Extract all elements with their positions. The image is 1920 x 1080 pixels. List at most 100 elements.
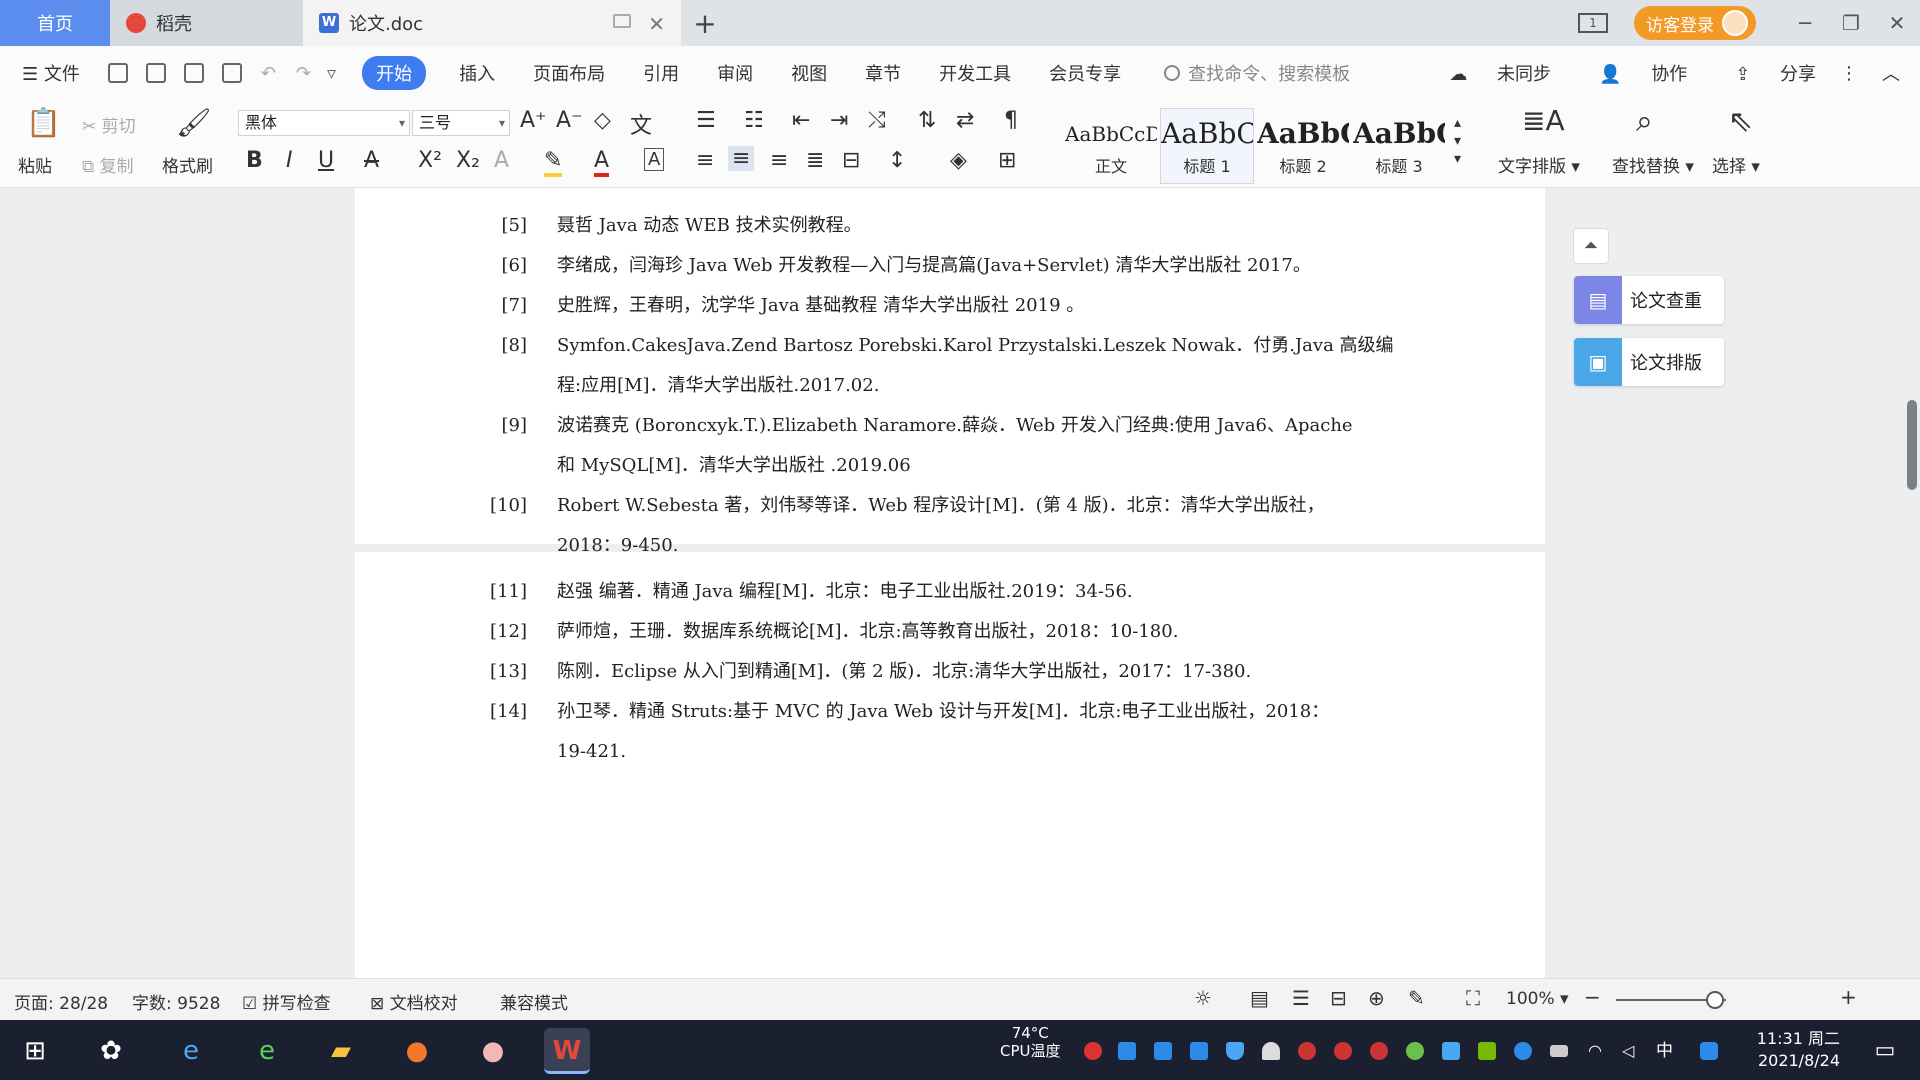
thesis-check-button[interactable]: ▤ 论文查重 xyxy=(1574,276,1724,324)
tab-page-layout[interactable]: 页面布局 xyxy=(533,60,605,86)
underline-icon[interactable]: U xyxy=(318,148,334,173)
zoom-in-icon[interactable]: + xyxy=(1840,985,1857,1009)
word-count[interactable]: 字数: 9528 xyxy=(132,989,220,1014)
text-layout-icon[interactable]: ≣A xyxy=(1522,104,1565,137)
page-view-icon[interactable]: ▤ xyxy=(1250,986,1269,1010)
collapse-side-panel-button[interactable]: ⏶ xyxy=(1573,228,1609,264)
format-painter-icon[interactable]: 🖌 xyxy=(176,106,212,139)
command-search[interactable]: 查找命令、搜索模板 xyxy=(1164,60,1350,86)
document-page[interactable]: [5] 聂哲 Java 动态 WEB 技术实例教程。 [6] 李绪成，闫海珍 Java… xyxy=(355,188,1545,556)
paste-button[interactable]: 粘贴 xyxy=(18,152,52,177)
file-menu[interactable]: ☰ 文件 xyxy=(22,60,80,86)
tray-app-icon[interactable] xyxy=(1190,1042,1208,1060)
document-page[interactable]: [11] 赵强 编著．精通 Java 编程[M]．北京：电子工业出版社.2019：… xyxy=(355,552,1545,992)
print-icon[interactable] xyxy=(183,63,204,83)
strikethrough-icon[interactable]: A xyxy=(364,148,379,173)
collapse-ribbon-icon[interactable]: ︿ xyxy=(1882,60,1900,86)
chinese-layout-icon[interactable]: ⤭ xyxy=(868,108,886,133)
tab-developer[interactable]: 开发工具 xyxy=(939,60,1011,86)
style-heading-1[interactable]: AaBbC 标题 1 xyxy=(1160,108,1254,184)
wifi-icon[interactable]: ◠ xyxy=(1588,1042,1606,1060)
font-size-select[interactable]: 三号 xyxy=(412,110,510,136)
tab-home[interactable]: 首页 xyxy=(0,0,110,46)
search-app-icon[interactable]: ✿ xyxy=(88,1028,134,1074)
cut-button[interactable]: ✂ 剪切 xyxy=(82,112,136,137)
proofread-button[interactable]: ⊠ 文档校对 xyxy=(370,989,458,1014)
decrease-indent-icon[interactable]: ⇤ xyxy=(792,108,810,133)
tab-references[interactable]: 引用 xyxy=(643,60,679,86)
vertical-scrollbar[interactable] xyxy=(1904,188,1920,978)
guest-login-button[interactable]: 访客登录 xyxy=(1634,6,1756,40)
subscript-icon[interactable]: X₂ xyxy=(456,148,480,173)
style-normal[interactable]: AaBbCcDd 正文 xyxy=(1064,108,1158,184)
sort-icon[interactable]: ⇅ xyxy=(918,108,936,133)
cursor-select-icon[interactable]: ⇖ xyxy=(1728,104,1753,139)
browser-360-icon[interactable]: e xyxy=(244,1028,290,1074)
align-center-icon[interactable]: ≡ xyxy=(728,146,755,171)
tab-membership[interactable]: 会员专享 xyxy=(1049,60,1121,86)
shading-icon[interactable]: ◈ xyxy=(950,148,967,173)
grow-font-icon[interactable]: A⁺ xyxy=(520,108,547,133)
window-layout-icon[interactable]: 1 xyxy=(1578,13,1608,33)
tab-chapter[interactable]: 章节 xyxy=(865,60,901,86)
save-icon[interactable] xyxy=(107,63,128,83)
tray-app-icon[interactable] xyxy=(1700,1042,1718,1060)
align-left-icon[interactable]: ≡ xyxy=(696,148,714,173)
fit-page-icon[interactable]: ⛶ xyxy=(1466,986,1480,1010)
wps-taskbar-icon[interactable]: W xyxy=(544,1028,590,1074)
app-orange-icon[interactable]: ● xyxy=(394,1028,440,1074)
tray-app-icon[interactable] xyxy=(1154,1042,1172,1060)
zoom-select[interactable]: 100% ▾ xyxy=(1506,989,1569,1009)
close-window-button[interactable]: ✕ xyxy=(1874,11,1920,35)
tab-view[interactable]: 视图 xyxy=(791,60,827,86)
tray-app-icon[interactable] xyxy=(1406,1042,1424,1060)
justify-icon[interactable]: ≣ xyxy=(806,148,824,173)
bold-icon[interactable]: B xyxy=(246,148,263,173)
find-replace-button[interactable]: 查找替换 ▾ xyxy=(1612,152,1694,177)
collaborate-button[interactable]: 👤 协作 xyxy=(1575,60,1687,86)
file-explorer-icon[interactable]: ▰ xyxy=(318,1028,364,1074)
bullet-list-icon[interactable]: ☰ xyxy=(696,108,716,133)
zoom-slider-handle[interactable] xyxy=(1706,991,1724,1009)
spell-check-button[interactable]: ☑ 拼写检查 xyxy=(242,989,331,1014)
start-button[interactable]: ⊞ xyxy=(12,1028,58,1074)
new-tab-button[interactable]: + xyxy=(681,0,729,46)
ie-browser-icon[interactable]: e xyxy=(168,1028,214,1074)
paste-icon[interactable]: 📋 xyxy=(26,106,61,139)
export-icon[interactable] xyxy=(145,63,166,83)
styles-scroll-icon[interactable]: ▴ ▾ ▾ xyxy=(1454,114,1461,168)
italic-icon[interactable]: I xyxy=(286,148,293,173)
clear-format-icon[interactable]: ◇ xyxy=(594,108,611,133)
thesis-layout-button[interactable]: ▣ 论文排版 xyxy=(1574,338,1724,386)
page-count[interactable]: 页面: 28/28 xyxy=(14,989,108,1014)
distributed-icon[interactable]: ⊟ xyxy=(842,148,860,173)
increase-indent-icon[interactable]: ⇥ xyxy=(830,108,848,133)
tab-start[interactable]: 开始 xyxy=(362,56,427,90)
tab-review[interactable]: 审阅 xyxy=(717,60,753,86)
outline-view-icon[interactable]: ☰ xyxy=(1292,986,1310,1010)
show-marks-icon[interactable]: ¶ xyxy=(1004,108,1018,133)
style-heading-3[interactable]: AaBbC 标题 3 xyxy=(1352,108,1446,184)
more-options-icon[interactable]: ⋮ xyxy=(1840,63,1858,84)
quick-access-dropdown-icon[interactable]: ▿ xyxy=(327,63,336,84)
font-color-icon[interactable]: A xyxy=(594,148,610,177)
tab-document[interactable]: W 论文.doc ✕ xyxy=(303,0,681,46)
zoom-out-icon[interactable]: − xyxy=(1584,985,1601,1009)
tray-app-icon[interactable] xyxy=(1442,1042,1460,1060)
print-preview-icon[interactable] xyxy=(221,63,242,83)
volume-icon[interactable]: ◁ xyxy=(1622,1042,1640,1060)
notification-icon[interactable]: ▭ xyxy=(1862,1028,1908,1074)
copy-button[interactable]: ⧉ 复制 xyxy=(82,152,134,177)
shrink-font-icon[interactable]: A⁻ xyxy=(556,108,583,133)
line-spacing-icon[interactable]: ↕ xyxy=(888,148,906,173)
text-direction-icon[interactable]: ⇄ xyxy=(956,108,974,133)
text-effect-icon[interactable]: A xyxy=(494,148,509,173)
taskbar-clock[interactable]: 11:31 周二 2021/8/24 xyxy=(1757,1028,1840,1072)
tray-app-icon[interactable] xyxy=(1298,1042,1316,1060)
format-painter-button[interactable]: 格式刷 xyxy=(162,152,213,177)
tray-app-icon[interactable] xyxy=(1118,1042,1136,1060)
numbered-list-icon[interactable]: ☷ xyxy=(744,108,764,133)
close-tab-icon[interactable]: ✕ xyxy=(648,12,665,36)
sync-button[interactable]: ☁ 未同步 xyxy=(1425,60,1551,86)
tray-app-icon[interactable] xyxy=(1370,1042,1388,1060)
